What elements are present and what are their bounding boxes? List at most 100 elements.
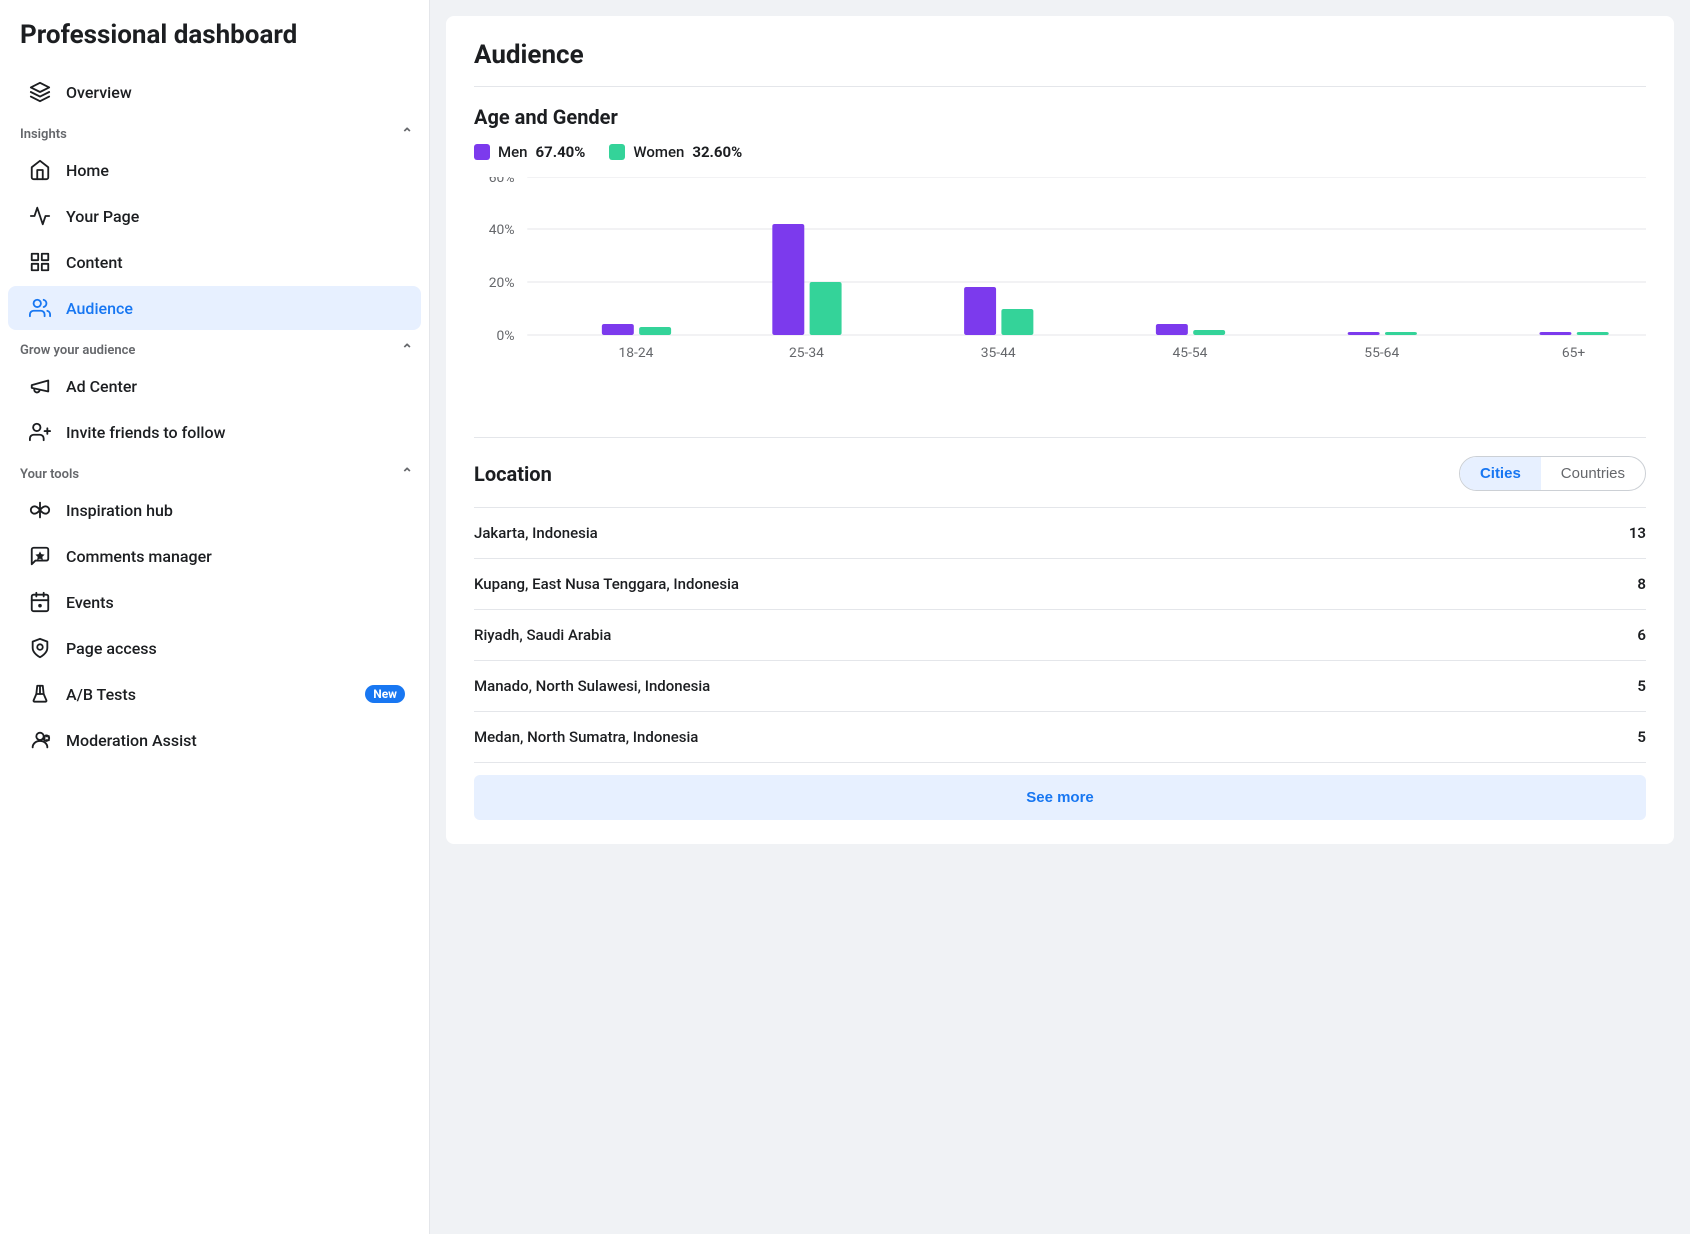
city-count-4: 5 xyxy=(1637,728,1646,746)
sidebar-item-label-events: Events xyxy=(66,593,405,612)
sidebar-item-label-home: Home xyxy=(66,161,405,180)
svg-text:20%: 20% xyxy=(489,276,515,291)
sidebar-section-tools[interactable]: Your tools ⌃ xyxy=(0,456,429,486)
flask-icon xyxy=(28,682,52,706)
sidebar-item-label-your-page: Your Page xyxy=(66,207,405,226)
new-badge: New xyxy=(365,685,405,703)
sidebar-section-grow[interactable]: Grow your audience ⌃ xyxy=(0,332,429,362)
divider-2 xyxy=(474,437,1646,438)
sidebar-item-ad-center[interactable]: Ad Center xyxy=(8,364,421,408)
chart-svg: 60% 40% 20% 0% 18-24 25-34 35-44 xyxy=(474,177,1646,387)
city-name-0: Jakarta, Indonesia xyxy=(474,524,598,542)
location-row-3: Manado, North Sulawesi, Indonesia 5 xyxy=(474,661,1646,712)
section-label-insights: Insights xyxy=(20,127,67,142)
comment-star-icon xyxy=(28,544,52,568)
chevron-up-icon: ⌃ xyxy=(401,126,413,142)
page-title: Audience xyxy=(474,40,1646,70)
sidebar-item-invite-friends[interactable]: Invite friends to follow xyxy=(8,410,421,454)
age-gender-title: Age and Gender xyxy=(474,105,1646,129)
men-color-dot xyxy=(474,144,490,160)
svg-text:45-54: 45-54 xyxy=(1173,346,1208,361)
sidebar-item-comments-manager[interactable]: Comments manager xyxy=(8,534,421,578)
megaphone-icon xyxy=(28,374,52,398)
age-gender-chart: 60% 40% 20% 0% 18-24 25-34 35-44 xyxy=(474,177,1646,417)
sidebar: Professional dashboard Overview Insights… xyxy=(0,0,430,1234)
sidebar-item-audience[interactable]: Audience xyxy=(8,286,421,330)
legend-men: Men 67.40% xyxy=(474,143,585,161)
section-label-tools: Your tools xyxy=(20,467,79,482)
legend-men-label: Men xyxy=(498,143,528,161)
city-count-3: 5 xyxy=(1637,677,1646,695)
sidebar-item-overview[interactable]: Overview xyxy=(8,70,421,114)
location-row-2: Riyadh, Saudi Arabia 6 xyxy=(474,610,1646,661)
shield-icon xyxy=(28,636,52,660)
sidebar-item-label-moderation: Moderation Assist xyxy=(66,731,405,750)
sidebar-item-label-ab-tests: A/B Tests xyxy=(66,685,351,704)
gear-person-icon xyxy=(28,728,52,752)
svg-text:18-24: 18-24 xyxy=(618,346,653,361)
legend-women-label: Women xyxy=(633,143,684,161)
svg-text:35-44: 35-44 xyxy=(981,346,1016,361)
location-header: Location Cities Countries xyxy=(474,456,1646,491)
chevron-up-icon-2: ⌃ xyxy=(401,342,413,358)
sidebar-item-content[interactable]: Content xyxy=(8,240,421,284)
butterfly-icon xyxy=(28,498,52,522)
location-title: Location xyxy=(474,462,552,486)
sidebar-item-ab-tests[interactable]: A/B Tests New xyxy=(8,672,421,716)
person-add-icon xyxy=(28,420,52,444)
sidebar-item-your-page[interactable]: Your Page xyxy=(8,194,421,238)
sidebar-section-insights[interactable]: Insights ⌃ xyxy=(0,116,429,146)
sidebar-item-label-page-access: Page access xyxy=(66,639,405,658)
tab-countries[interactable]: Countries xyxy=(1541,457,1645,490)
sidebar-item-events[interactable]: Events xyxy=(8,580,421,624)
svg-text:65+: 65+ xyxy=(1562,346,1586,361)
location-list: Jakarta, Indonesia 13 Kupang, East Nusa … xyxy=(474,507,1646,763)
city-count-2: 6 xyxy=(1637,626,1646,644)
grid-icon xyxy=(28,250,52,274)
home-icon xyxy=(28,158,52,182)
location-row-1: Kupang, East Nusa Tenggara, Indonesia 8 xyxy=(474,559,1646,610)
audience-card: Audience Age and Gender Men 67.40% Women… xyxy=(446,16,1674,844)
sidebar-item-inspiration-hub[interactable]: Inspiration hub xyxy=(8,488,421,532)
sidebar-item-label-audience: Audience xyxy=(66,299,405,318)
trend-icon xyxy=(28,204,52,228)
calendar-icon xyxy=(28,590,52,614)
location-row-0: Jakarta, Indonesia 13 xyxy=(474,508,1646,559)
sidebar-item-label-content: Content xyxy=(66,253,405,272)
svg-text:60%: 60% xyxy=(489,177,515,186)
main-content: Audience Age and Gender Men 67.40% Women… xyxy=(430,0,1690,1234)
svg-text:55-64: 55-64 xyxy=(1364,346,1399,361)
sidebar-item-home[interactable]: Home xyxy=(8,148,421,192)
svg-text:0%: 0% xyxy=(497,329,515,344)
location-tab-group: Cities Countries xyxy=(1459,456,1646,491)
city-name-1: Kupang, East Nusa Tenggara, Indonesia xyxy=(474,575,739,593)
people-icon xyxy=(28,296,52,320)
sidebar-item-page-access[interactable]: Page access xyxy=(8,626,421,670)
legend-women-value: 32.60% xyxy=(692,143,742,161)
sidebar-item-label-invite: Invite friends to follow xyxy=(66,423,405,442)
sidebar-item-label-ad-center: Ad Center xyxy=(66,377,405,396)
location-row-4: Medan, North Sumatra, Indonesia 5 xyxy=(474,712,1646,763)
sidebar-item-moderation-assist[interactable]: Moderation Assist xyxy=(8,718,421,762)
city-name-4: Medan, North Sumatra, Indonesia xyxy=(474,728,698,746)
sidebar-title: Professional dashboard xyxy=(0,20,429,68)
sidebar-item-label-inspiration: Inspiration hub xyxy=(66,501,405,520)
city-count-0: 13 xyxy=(1629,524,1646,542)
tab-cities[interactable]: Cities xyxy=(1460,457,1541,490)
see-more-button[interactable]: See more xyxy=(474,775,1646,820)
city-name-2: Riyadh, Saudi Arabia xyxy=(474,626,611,644)
svg-text:40%: 40% xyxy=(489,223,515,238)
chart-legend: Men 67.40% Women 32.60% xyxy=(474,143,1646,161)
legend-men-value: 67.40% xyxy=(536,143,586,161)
legend-women: Women 32.60% xyxy=(609,143,742,161)
section-label-grow: Grow your audience xyxy=(20,343,135,358)
chevron-up-icon-3: ⌃ xyxy=(401,466,413,482)
sidebar-item-label-comments: Comments manager xyxy=(66,547,405,566)
women-color-dot xyxy=(609,144,625,160)
layers-icon xyxy=(28,80,52,104)
city-count-1: 8 xyxy=(1637,575,1646,593)
svg-text:25-34: 25-34 xyxy=(789,346,824,361)
divider-1 xyxy=(474,86,1646,87)
sidebar-item-label-overview: Overview xyxy=(66,83,405,102)
city-name-3: Manado, North Sulawesi, Indonesia xyxy=(474,677,710,695)
